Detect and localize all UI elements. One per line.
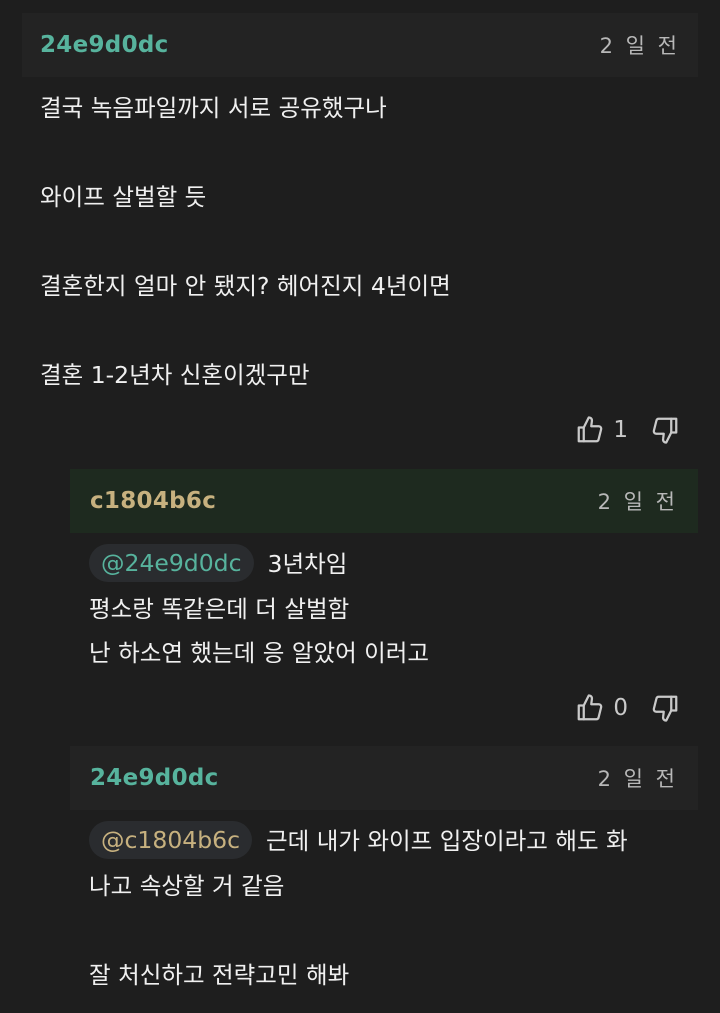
- upvote-count: 0: [613, 695, 628, 721]
- comment-line: [40, 131, 451, 176]
- comment-author[interactable]: 24e9d0dc: [40, 32, 169, 58]
- thumbs-down-icon: [652, 695, 678, 722]
- comment-text: @24e9d0dc 3년차임 평소랑 똑같은데 더 살벌함 난 하소연 했는데 응…: [89, 542, 429, 676]
- comment-time: 2 일 전: [597, 767, 678, 791]
- vote-bar: 1: [575, 410, 680, 450]
- comment-author[interactable]: c1804b6c: [90, 488, 216, 514]
- comment-line: @c1804b6c 근데 내가 와이프 입장이라고 해도 화: [89, 819, 628, 864]
- comment-line: 결혼 1-2년차 신혼이겠구만: [40, 361, 310, 389]
- thumbs-up-icon: [577, 694, 603, 721]
- downvote-button[interactable]: [650, 693, 680, 723]
- upvote-button[interactable]: 1: [575, 415, 650, 445]
- comment-line: 와이프 살벌할 듯: [40, 183, 207, 211]
- downvote-button[interactable]: [650, 415, 680, 445]
- comment-line: 잘 처신하고 전략고민 해봐: [89, 960, 350, 989]
- comment-author[interactable]: 24e9d0dc: [90, 765, 219, 791]
- comment-line: [40, 220, 451, 265]
- comment-time: 2 일 전: [599, 34, 680, 58]
- comment-time: 2 일 전: [597, 490, 678, 514]
- upvote-button[interactable]: 0: [575, 693, 650, 723]
- comment-line: @24e9d0dc 3년차임: [89, 542, 429, 587]
- comment-header: c1804b6c 2 일 전: [70, 469, 698, 533]
- comment-text: @c1804b6c 근데 내가 와이프 입장이라고 해도 화 나고 속상할 거 같…: [89, 819, 628, 997]
- comment-line: 결국 녹음파일까지 서로 공유했구나: [40, 94, 387, 122]
- comment-line: [40, 309, 451, 354]
- comment-line: 나고 속상할 거 같음: [89, 871, 285, 900]
- comment-line: 평소랑 똑같은데 더 살벌함: [89, 594, 350, 623]
- comment-line: [89, 908, 628, 953]
- thumbs-down-icon: [652, 417, 678, 444]
- comment-header: 24e9d0dc 2 일 전: [70, 746, 698, 810]
- mention-tag[interactable]: @c1804b6c: [89, 821, 253, 859]
- thumbs-up-icon: [577, 416, 603, 443]
- comment-header: 24e9d0dc 2 일 전: [22, 13, 698, 77]
- comment-text: 결국 녹음파일까지 서로 공유했구나 와이프 살벌할 듯 결혼한지 얼마 안 됐…: [40, 86, 451, 398]
- comment-line: 난 하소연 했는데 응 알았어 이러고: [89, 639, 430, 667]
- vote-bar: 0: [575, 688, 680, 728]
- mention-tag[interactable]: @24e9d0dc: [89, 544, 254, 582]
- upvote-count: 1: [613, 417, 628, 443]
- comment-line: 결혼한지 얼마 안 됐지? 헤어진지 4년이면: [40, 272, 451, 300]
